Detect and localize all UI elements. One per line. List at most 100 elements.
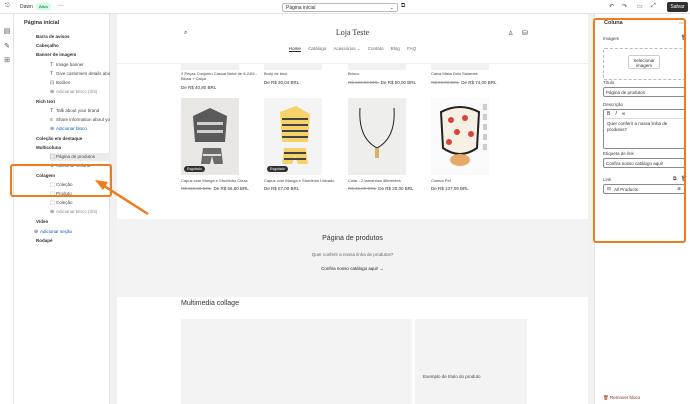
store-name[interactable]: Loja Teste	[117, 28, 588, 37]
add-section-link[interactable]: ⊕ Adicionar seção	[34, 228, 104, 236]
sold-out-badge: Esgotado	[267, 166, 288, 172]
tree-item-label: Adicionar bloco (3/3)	[56, 209, 98, 215]
product-title[interactable]: Capuz com Manga e Shortinho Listrado	[264, 178, 346, 183]
exit-icon[interactable]: ⎋	[5, 3, 10, 10]
price-value: De R$ 20,00 BRL	[378, 186, 414, 191]
product-title[interactable]: Coleira Pet	[431, 178, 513, 183]
old-price: R$ 45,00 BRL	[348, 186, 377, 191]
product-title[interactable]: Colar - 2 tamanhos diferentes	[348, 178, 430, 183]
product-price: De R$ 40,80 BRL	[181, 85, 216, 90]
tree-item-label: Give customers details about...	[56, 70, 118, 76]
tree-item-label: Adicionar bloco (3/3)	[56, 88, 98, 94]
product-image[interactable]: Esgotado	[181, 98, 239, 175]
undo-icon[interactable]: ↶	[609, 3, 614, 10]
nav-accessories[interactable]: Acessórios ⌄	[333, 46, 360, 51]
grey-outfit-illustration	[181, 98, 239, 175]
tree-item-label: Coleção	[56, 200, 73, 206]
tree-item-label: Página de produtos	[56, 154, 96, 160]
collage-block[interactable]: Exemplo de título do produto	[415, 319, 527, 404]
panel-title: Página inicial	[24, 20, 60, 26]
tree-item-label: Rich text	[36, 98, 56, 104]
product-title[interactable]: 2 Peças Conjunto Casual Bebê de 6-24M - …	[181, 71, 263, 81]
product-image[interactable]	[264, 64, 322, 70]
product-image[interactable]	[348, 64, 406, 70]
remove-block-button[interactable]: 🗑 Remover bloco	[603, 395, 640, 401]
desktop-preview-icon[interactable]: ▭	[637, 3, 643, 10]
collage-block[interactable]	[181, 319, 412, 404]
price-value: De R$ 56,80 BRL	[213, 186, 249, 191]
tree-item-label: Botões	[56, 79, 71, 85]
section-item[interactable]: ›▭Vídeo	[36, 218, 48, 226]
tree-item-label: Cabeçalho	[36, 43, 59, 49]
store-preview: ⌕ Loja Teste ♙ ⛁ Home Catálogo Acessório…	[117, 14, 588, 404]
nav-faq[interactable]: FAQ	[407, 46, 416, 51]
column-title: Página de produtos	[322, 235, 383, 242]
apps-icon[interactable]: ⊞	[3, 57, 11, 65]
tree-item-label: Adicionar seção	[40, 228, 73, 234]
product-price: De R$ 30,04 BRL	[264, 80, 299, 85]
product-price: De R$ 137,09 BRL	[431, 186, 469, 191]
product-price: De R$ 57,00 BRL	[264, 186, 299, 191]
open-external-icon[interactable]: ⧉	[401, 3, 405, 10]
product-title[interactable]: Body de tricô	[264, 71, 346, 76]
expand-icon[interactable]: ⤢	[651, 3, 656, 10]
product-image[interactable]	[431, 98, 489, 175]
striped-outfit-illustration	[264, 98, 322, 175]
annotation-highlight-right	[593, 18, 686, 243]
product-title[interactable]: Caixa Mista Dois Salames	[431, 71, 513, 76]
section-item[interactable]: ›▭Rodapé	[36, 237, 53, 245]
nav-home[interactable]: Home	[289, 46, 301, 51]
tree-item-label: Coleção em destaque	[36, 135, 83, 141]
tree-item-label: Adicionar bloco	[56, 125, 87, 131]
account-icon[interactable]: ♙	[508, 30, 513, 37]
cart-icon[interactable]: ⛁	[522, 29, 528, 37]
status-badge: Ativo	[36, 3, 51, 10]
tree-item-label: Vídeo	[36, 219, 49, 225]
sections-panel: Página inicial ›▭Barra de avisos›▭Cabeça…	[14, 14, 120, 404]
price-value: De R$ 30,04 BRL	[264, 80, 300, 85]
collage-product-title: Exemplo de título do produto	[423, 374, 481, 379]
old-price: R$ 113,60 BRL	[181, 186, 212, 191]
section-item[interactable]: ›▭Banner de imagem	[36, 51, 76, 59]
price-value: De R$ 57,00 BRL	[264, 186, 300, 191]
collage-title: Multimedia collage	[181, 300, 239, 307]
section-item[interactable]: ›▭Coleção em destaque	[36, 135, 82, 143]
nav-blog[interactable]: Blog	[391, 46, 400, 51]
store-nav: Home Catálogo Acessórios ⌄ Contato Blog …	[117, 46, 588, 52]
tree-item-label: Barra de avisos	[36, 34, 70, 39]
product-image[interactable]	[431, 64, 489, 70]
product-image[interactable]: Esgotado	[264, 98, 322, 175]
redo-icon[interactable]: ↷	[622, 3, 627, 10]
multicolumn-section[interactable]: Página de produtos Quer conferir a nossa…	[117, 219, 588, 297]
sections-icon[interactable]: ▤	[3, 28, 11, 36]
icon-rail: ▤ ✎ ⊞	[0, 14, 14, 404]
section-item[interactable]: ›▭Cabeçalho	[36, 42, 59, 50]
pet-harness-illustration	[431, 98, 489, 175]
more-actions-button[interactable]: ···	[58, 3, 64, 9]
column-link[interactable]: Confira nosso catálogo aqui! →	[117, 266, 588, 271]
necklace-illustration	[348, 98, 406, 175]
product-image[interactable]	[181, 64, 239, 70]
top-bar: ⎋ Dawn Ativo ··· Página inicial ⌄ ⧉ ↶ ↷ ▭…	[0, 0, 690, 14]
nav-catalog[interactable]: Catálogo	[308, 46, 326, 51]
chevron-down-icon: ⌄	[389, 5, 394, 11]
page-select-value: Página inicial	[286, 5, 316, 11]
product-title[interactable]: Capuz com Manga e Shortinho Cinza	[181, 178, 263, 183]
tree-item-label: Talk about your brand	[56, 107, 100, 113]
column-description: Quer conferir a nossa linha de produtos?	[311, 252, 394, 257]
section-item[interactable]: ›▭Barra de avisos	[36, 33, 70, 41]
product-title[interactable]: Brinco	[348, 71, 430, 76]
theme-settings-icon[interactable]: ✎	[3, 43, 11, 51]
section-item[interactable]: ›▭Multicoluna	[36, 144, 61, 152]
section-item[interactable]: ›▭Rich text	[36, 98, 55, 106]
product-price: R$ 45,00 BRL De R$ 20,00 BRL	[348, 186, 414, 191]
tree-item-label: Rodapé	[36, 237, 53, 243]
nav-contact[interactable]: Contato	[368, 46, 384, 51]
page-select[interactable]: Página inicial ⌄	[282, 3, 398, 12]
price-value: De R$ 74,00 BRL	[461, 80, 497, 85]
tree-item-label: Image banner	[56, 61, 84, 67]
product-price: R$ 100,00 BRL De R$ 50,00 BRL	[348, 80, 416, 85]
old-price: R$ 99,00 BRL	[431, 80, 460, 85]
product-image[interactable]	[348, 98, 406, 175]
save-button[interactable]: Salvar	[667, 2, 688, 12]
